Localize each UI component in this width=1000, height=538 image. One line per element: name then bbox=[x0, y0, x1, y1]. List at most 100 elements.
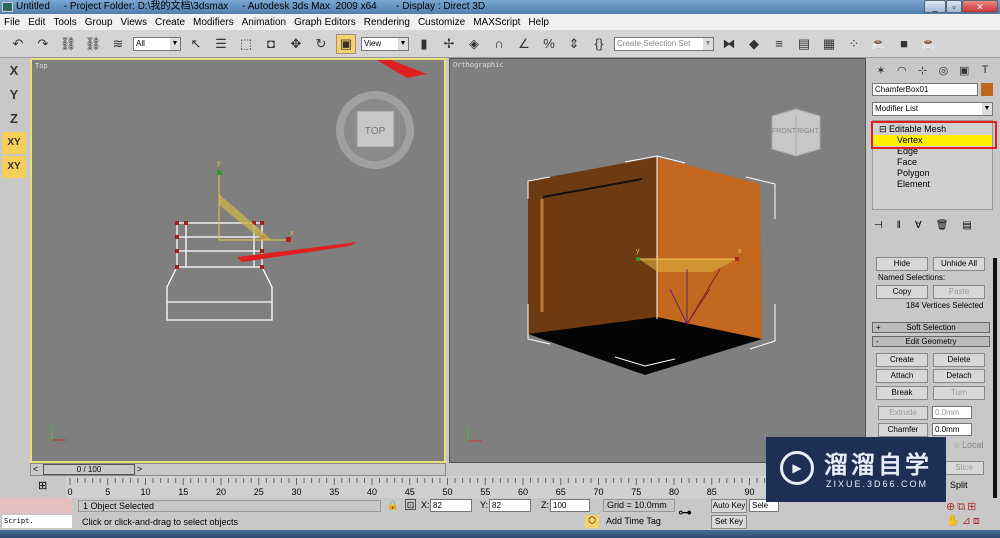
stack-item-face[interactable]: Face bbox=[873, 157, 992, 168]
select-icon[interactable]: ↖ bbox=[186, 34, 206, 54]
viewcube-compass[interactable]: TOP bbox=[336, 91, 414, 169]
display-tab-icon[interactable]: ▣ bbox=[955, 61, 973, 79]
move-icon[interactable]: ✥ bbox=[286, 34, 306, 54]
viewcube[interactable]: FRONT RIGHT bbox=[771, 108, 821, 157]
split-checkbox[interactable]: Split bbox=[950, 480, 968, 490]
time-slider[interactable]: < 0 / 100 > bbox=[30, 463, 446, 476]
maxscript-mini-listener[interactable]: Script. bbox=[2, 515, 72, 528]
set-key-icon[interactable]: ⊶ bbox=[678, 504, 692, 521]
time-slider-thumb[interactable]: 0 / 100 bbox=[43, 464, 135, 475]
scale-icon[interactable]: ▣ bbox=[336, 33, 356, 54]
slice-button[interactable]: Slice bbox=[944, 461, 984, 475]
delete-button[interactable]: Delete bbox=[933, 353, 985, 367]
motion-tab-icon[interactable]: ◎ bbox=[934, 61, 952, 79]
redo-icon[interactable]: ↷ bbox=[33, 34, 53, 54]
menu-create[interactable]: Create bbox=[151, 17, 189, 28]
chamfer-button[interactable]: Chamfer bbox=[878, 423, 928, 437]
spinner-snap-icon[interactable]: ⇕ bbox=[564, 34, 584, 54]
detach-button[interactable]: Detach bbox=[933, 369, 985, 383]
named-selection-set-dropdown[interactable]: Create Selection Set ▼ bbox=[614, 36, 714, 51]
menu-views[interactable]: Views bbox=[117, 17, 152, 28]
command-panel-scrollbar[interactable] bbox=[993, 258, 997, 498]
constraint-xy-button[interactable]: XY bbox=[2, 132, 26, 154]
break-button[interactable]: Break bbox=[876, 386, 928, 400]
x-coordinate-field[interactable]: 82 bbox=[430, 499, 472, 512]
menu-customize[interactable]: Customize bbox=[414, 17, 469, 28]
snap-toggle-icon[interactable]: ∩ bbox=[489, 34, 509, 54]
auto-key-button[interactable]: Auto Key bbox=[711, 499, 747, 513]
lock-selection-icon[interactable]: 🔒 bbox=[387, 500, 398, 511]
create-tab-icon[interactable]: ✶ bbox=[872, 61, 890, 79]
keyboard-shortcut-icon[interactable]: ◈ bbox=[464, 34, 484, 54]
schematic-view-icon[interactable]: ▦ bbox=[819, 34, 839, 54]
modifier-list-dropdown[interactable]: Modifier List ▼ bbox=[872, 102, 993, 116]
render-setup-icon[interactable]: ☕ bbox=[869, 34, 889, 54]
material-editor-icon[interactable]: ⁘ bbox=[844, 34, 864, 54]
attach-button[interactable]: Attach bbox=[876, 369, 928, 383]
utilities-tab-icon[interactable]: T bbox=[976, 61, 994, 79]
unhide-all-button[interactable]: Unhide All bbox=[933, 257, 985, 271]
constraint-y-button[interactable]: Y bbox=[2, 84, 26, 106]
unlink-icon[interactable]: ⛓ bbox=[83, 34, 103, 54]
angle-snap-icon[interactable]: ∠ bbox=[514, 34, 534, 54]
edit-named-selection-icon[interactable]: {} bbox=[589, 34, 609, 54]
menu-maxscript[interactable]: MAXScript bbox=[469, 17, 524, 28]
undo-icon[interactable]: ↶ bbox=[8, 34, 28, 54]
layer-manager-icon[interactable]: ≡ bbox=[769, 34, 789, 54]
menu-tools[interactable]: Tools bbox=[49, 17, 80, 28]
reference-coordinate-dropdown[interactable]: View ▼ bbox=[361, 36, 409, 51]
stack-item-polygon[interactable]: Polygon bbox=[873, 168, 992, 179]
z-coordinate-field[interactable]: 100 bbox=[550, 499, 590, 512]
object-name-field[interactable]: ChamferBox01 bbox=[872, 83, 978, 96]
extrude-amount-field[interactable]: 0.0mm bbox=[932, 406, 972, 419]
link-icon[interactable]: ⛓ bbox=[58, 34, 78, 54]
selection-filter-dropdown[interactable]: All ▼ bbox=[133, 36, 181, 51]
bind-space-warp-icon[interactable]: ≋ bbox=[108, 34, 128, 54]
next-frame-button[interactable]: > bbox=[137, 464, 142, 474]
snap-xy-button[interactable]: XY bbox=[2, 156, 26, 178]
curve-editor-icon[interactable]: ▤ bbox=[794, 34, 814, 54]
hierarchy-tab-icon[interactable]: ⊹ bbox=[914, 61, 932, 79]
percent-snap-icon[interactable]: % bbox=[539, 34, 559, 54]
viewport-orthographic[interactable]: Orthographic FRONT RIGHT yx bbox=[449, 58, 866, 463]
quick-render-icon[interactable]: ☕ bbox=[919, 34, 939, 54]
constraint-x-button[interactable]: X bbox=[2, 60, 26, 82]
restore-button[interactable]: ▫ bbox=[946, 0, 962, 13]
time-tag-icon[interactable]: ⬡ bbox=[585, 515, 599, 528]
maxscript-listener-pink[interactable] bbox=[0, 498, 72, 513]
window-crossing-icon[interactable]: ◘ bbox=[261, 34, 281, 54]
stack-item-element[interactable]: Element bbox=[873, 179, 992, 190]
minimize-button[interactable]: _ bbox=[924, 0, 946, 13]
create-button[interactable]: Create bbox=[876, 353, 928, 367]
edit-geometry-rollout[interactable]: - Edit Geometry bbox=[872, 336, 990, 347]
remove-modifier-icon[interactable]: 🗑 bbox=[936, 220, 949, 231]
add-time-tag-button[interactable]: Add Time Tag bbox=[603, 515, 661, 528]
modify-tab-icon[interactable]: ◠ bbox=[893, 61, 911, 79]
absolute-mode-icon[interactable]: ⊡ bbox=[405, 499, 416, 510]
rect-selection-icon[interactable]: ⬚ bbox=[236, 34, 256, 54]
rendered-frame-window-icon[interactable]: ■ bbox=[894, 34, 914, 54]
menu-edit[interactable]: Edit bbox=[24, 17, 49, 28]
menu-group[interactable]: Group bbox=[81, 17, 117, 28]
track-bar[interactable]: 0 5 10 15 20 25 30 35 40 45 50 55 60 65 70 75 80 85 90 bbox=[66, 476, 866, 498]
local-radio[interactable]: ○ Local bbox=[954, 440, 983, 450]
close-button[interactable]: ✕ bbox=[962, 0, 998, 13]
y-coordinate-field[interactable]: 82 bbox=[489, 499, 531, 512]
pin-stack-icon[interactable]: ⊣ bbox=[874, 220, 883, 231]
mirror-icon[interactable]: ⧓ bbox=[719, 34, 739, 54]
constraint-z-button[interactable]: Z bbox=[2, 108, 26, 130]
configure-modifier-sets-icon[interactable]: ▤ bbox=[962, 220, 971, 231]
align-icon[interactable]: ◆ bbox=[744, 34, 764, 54]
chamfer-amount-field[interactable]: 0.0mm bbox=[932, 423, 972, 436]
turn-button[interactable]: Turn bbox=[933, 386, 985, 400]
mini-curve-editor-icon[interactable]: ⊞ bbox=[38, 479, 47, 492]
set-key-button[interactable]: Set Key bbox=[711, 515, 747, 529]
menu-graph-editors[interactable]: Graph Editors bbox=[290, 17, 360, 28]
menu-rendering[interactable]: Rendering bbox=[360, 17, 414, 28]
viewport-navigation-icons[interactable]: ⊕⧉⊞ ✋⊿⧈ bbox=[946, 500, 982, 528]
extrude-button[interactable]: Extrude bbox=[878, 406, 928, 420]
soft-selection-rollout[interactable]: + Soft Selection bbox=[872, 322, 990, 333]
pivot-center-icon[interactable]: ▮ bbox=[414, 34, 434, 54]
menu-modifiers[interactable]: Modifiers bbox=[189, 17, 238, 28]
prev-frame-button[interactable]: < bbox=[33, 464, 38, 474]
